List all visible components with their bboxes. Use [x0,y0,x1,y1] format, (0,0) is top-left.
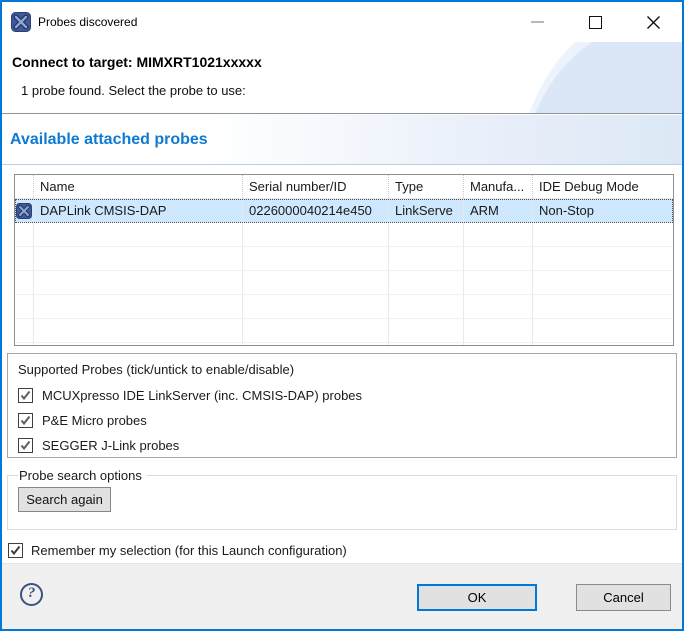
empty-cell [34,271,243,294]
banner-message: 1 probe found. Select the probe to use: [21,83,246,98]
question-mark-icon: ? [28,585,36,602]
minimize-button[interactable] [508,2,566,42]
empty-cell [464,319,533,342]
table-empty-row [15,295,673,319]
empty-cell [389,271,464,294]
option-label: MCUXpresso IDE LinkServer (inc. CMSIS-DA… [42,388,362,403]
empty-cell [243,343,389,346]
empty-cell [15,295,34,318]
table-empty-row [15,223,673,247]
column-header-serial[interactable]: Serial number/ID [243,175,389,198]
option-linkserver-probes[interactable]: MCUXpresso IDE LinkServer (inc. CMSIS-DA… [18,383,666,408]
supported-probes-label: Supported Probes (tick/untick to enable/… [18,362,666,377]
probe-row-daplink[interactable]: DAPLink CMSIS-DAP 0226000040214e450 Link… [15,199,673,223]
empty-cell [34,247,243,270]
dialog-banner: Connect to target: MIMXRT1021xxxxx 1 pro… [2,42,682,114]
probe-row-icon-cell [15,199,34,222]
window-title: Probes discovered [38,15,137,29]
table-empty-row [15,343,673,346]
probe-search-options-group: Probe search options Search again [7,468,677,530]
column-header-type[interactable]: Type [389,175,464,198]
probes-discovered-dialog: Probes discovered Connect to target: MIM… [0,0,684,631]
supported-probes-group: Supported Probes (tick/untick to enable/… [7,353,677,458]
help-button[interactable]: ? [20,583,43,606]
table-empty-row [15,247,673,271]
table-header-row: Name Serial number/ID Type Manufa... IDE… [15,175,673,199]
option-label: SEGGER J-Link probes [42,438,179,453]
empty-cell [389,247,464,270]
empty-cell [15,271,34,294]
empty-cell [533,343,673,346]
maximize-button[interactable] [566,2,624,42]
cancel-button[interactable]: Cancel [576,584,671,611]
empty-cell [464,223,533,246]
section-heading: Available attached probes [2,115,682,165]
probes-table: Name Serial number/ID Type Manufa... IDE… [14,174,674,346]
empty-cell [243,319,389,342]
empty-cell [533,223,673,246]
mcuxpresso-x-icon [11,12,31,32]
empty-cell [464,295,533,318]
titlebar: Probes discovered [2,2,682,42]
probe-type-cell: LinkServe [389,199,464,222]
linkserver-checkbox[interactable] [18,388,33,403]
column-header-icon[interactable] [15,175,34,198]
button-bar: ? OK Cancel [2,563,682,629]
maximize-icon [589,16,602,29]
probe-serial-cell: 0226000040214e450 [243,199,389,222]
empty-cell [464,247,533,270]
empty-cell [533,295,673,318]
probe-name-cell: DAPLink CMSIS-DAP [34,199,243,222]
empty-cell [15,343,34,346]
segger-jlink-checkbox[interactable] [18,438,33,453]
check-icon [10,545,21,556]
empty-cell [389,295,464,318]
remember-selection-row[interactable]: Remember my selection (for this Launch c… [8,543,347,558]
empty-cell [34,295,243,318]
empty-cell [243,295,389,318]
check-icon [20,390,31,401]
column-header-ide-debug-mode[interactable]: IDE Debug Mode [533,175,673,198]
check-icon [20,440,31,451]
empty-cell [15,247,34,270]
empty-cell [15,319,34,342]
window-controls [508,2,682,42]
ok-button[interactable]: OK [417,584,537,611]
probe-manufacturer-cell: ARM [464,199,533,222]
column-header-manufacturer[interactable]: Manufa... [464,175,533,198]
search-again-button[interactable]: Search again [18,487,111,512]
empty-cell [533,271,673,294]
empty-cell [15,223,34,246]
empty-cell [389,223,464,246]
banner-title: Connect to target: MIMXRT1021xxxxx [12,54,262,70]
option-segger-jlink-probes[interactable]: SEGGER J-Link probes [18,433,666,458]
check-icon [20,415,31,426]
empty-cell [389,343,464,346]
remember-selection-label: Remember my selection (for this Launch c… [31,543,347,558]
remember-selection-checkbox[interactable] [8,543,23,558]
empty-cell [34,223,243,246]
empty-cell [533,319,673,342]
pe-micro-checkbox[interactable] [18,413,33,428]
empty-cell [243,247,389,270]
probe-search-options-label: Probe search options [18,468,146,483]
empty-cell [34,319,243,342]
empty-cell [464,271,533,294]
close-button[interactable] [624,2,682,42]
empty-cell [533,247,673,270]
empty-cell [389,319,464,342]
probe-ide-debug-mode-cell: Non-Stop [533,199,673,222]
minimize-icon [531,21,544,23]
empty-cell [464,343,533,346]
option-pe-micro-probes[interactable]: P&E Micro probes [18,408,666,433]
empty-cell [34,343,243,346]
option-label: P&E Micro probes [42,413,147,428]
mcuxpresso-x-icon [16,203,32,219]
close-icon [646,15,661,30]
empty-cell [243,223,389,246]
column-header-name[interactable]: Name [34,175,243,198]
table-empty-row [15,319,673,343]
empty-cell [243,271,389,294]
table-empty-row [15,271,673,295]
